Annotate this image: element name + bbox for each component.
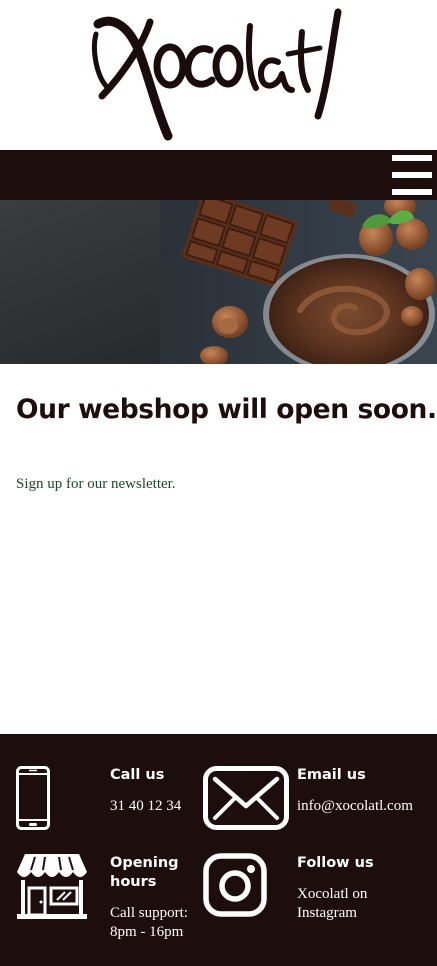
xocolatl-logo[interactable] [88,4,348,144]
call-us-phone[interactable]: 31 40 12 34 [110,797,181,816]
logo-area [0,0,437,150]
hamburger-icon[interactable] [392,155,432,195]
newsletter-signup-link[interactable]: Sign up for our newsletter. [16,476,176,493]
email-us-address[interactable]: info@xocolatl.com [297,797,413,816]
email-us-title: Email us [297,767,366,783]
envelope-icon[interactable] [203,766,289,830]
opening-hours-title: Opening hours [110,855,179,890]
call-us-title: Call us [110,767,165,783]
phone-icon[interactable] [15,765,51,831]
instagram-link[interactable]: Xocolatl on Instagram [297,885,407,923]
footer: Call us 31 40 12 34 Email us info@xocola… [0,734,437,966]
follow-us-title: Follow us [297,855,374,871]
storefront-icon [17,854,87,919]
page-title: Our webshop will open soon... [16,394,437,425]
hero-image [0,200,437,364]
nav-bar [0,150,437,200]
opening-hours-text: Call support: 8pm - 16pm [110,905,188,940]
instagram-icon[interactable] [203,853,267,917]
